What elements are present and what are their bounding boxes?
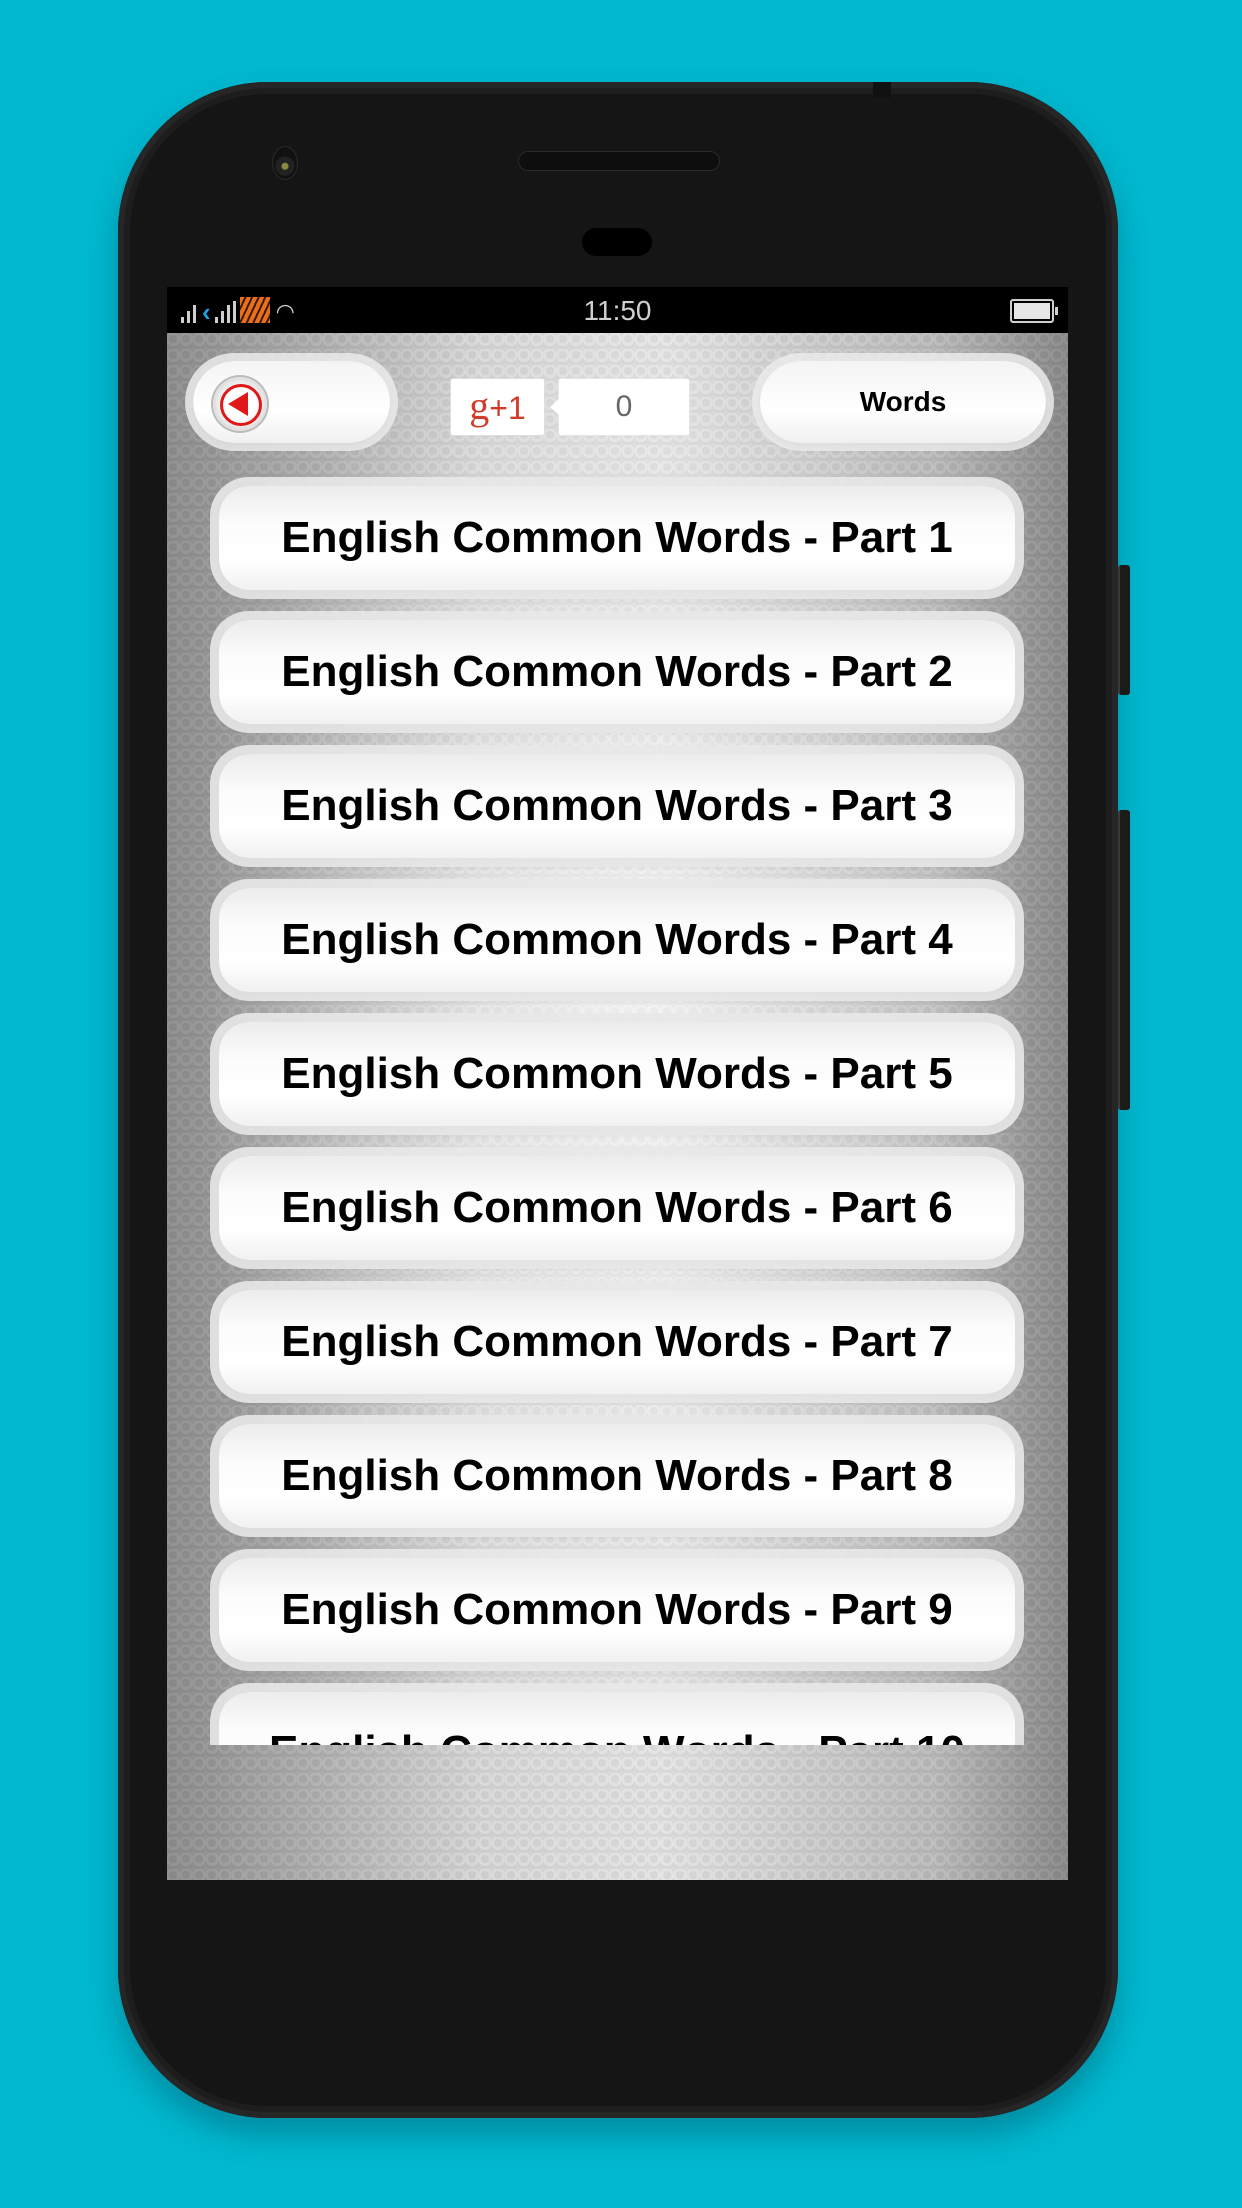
power-button [1118, 565, 1130, 695]
list-item[interactable]: English Common Words - Part 10 [219, 1692, 1015, 1745]
battery-icon [1010, 299, 1058, 323]
list-item[interactable]: English Common Words - Part 3 [219, 754, 1015, 858]
list-item[interactable]: English Common Words - Part 2 [219, 620, 1015, 724]
lesson-list[interactable]: English Common Words - Part 1 English Co… [167, 333, 1068, 1745]
earpiece-speaker [518, 151, 720, 171]
front-camera-icon [272, 146, 298, 180]
app-content: g+1 0 Words English Common Words - Part … [167, 333, 1068, 1880]
list-item[interactable]: English Common Words - Part 8 [219, 1424, 1015, 1528]
list-item[interactable]: English Common Words - Part 9 [219, 1558, 1015, 1662]
status-bar: ‹ ◠ 11:50 [167, 287, 1068, 333]
phone-antenna-line [873, 82, 891, 98]
list-item[interactable]: English Common Words - Part 4 [219, 888, 1015, 992]
volume-button [1118, 810, 1130, 1110]
list-item[interactable]: English Common Words - Part 7 [219, 1290, 1015, 1394]
list-item[interactable]: English Common Words - Part 6 [219, 1156, 1015, 1260]
status-time: 11:50 [583, 295, 652, 326]
proximity-sensor [582, 228, 652, 256]
list-item[interactable]: English Common Words - Part 5 [219, 1022, 1015, 1126]
screen: ‹ ◠ 11:50 g+1 0 Words English Common Wor… [167, 287, 1068, 1880]
list-item[interactable]: English Common Words - Part 1 [219, 486, 1015, 590]
